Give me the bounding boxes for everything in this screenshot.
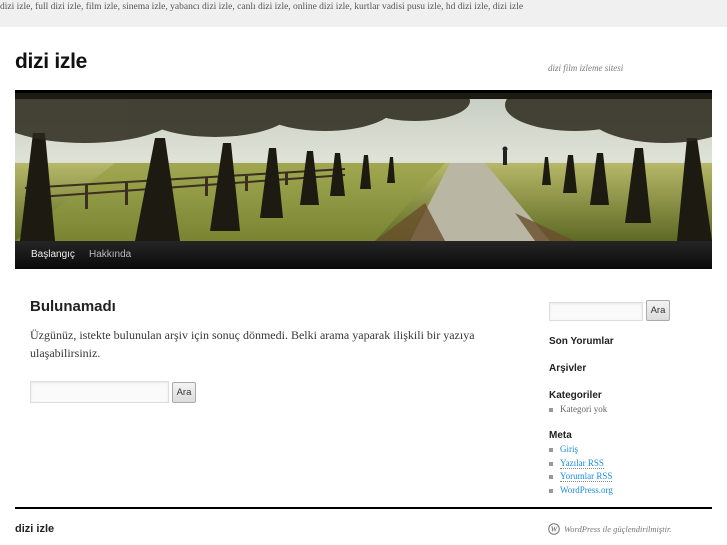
footer-credit-text: WordPress ile güçlendirilmiştir.: [564, 524, 672, 534]
tree-avenue-illustration: [15, 93, 712, 241]
content-search-input[interactable]: [30, 381, 169, 403]
content-search-button[interactable]: Ara: [172, 382, 196, 403]
meta-link-posts-rss-label: Yazılar RSS: [560, 457, 604, 469]
not-found-message: Üzgünüz, istekte bulunulan arşiv için so…: [30, 328, 475, 360]
widget-title-recent-comments: Son Yorumlar: [549, 336, 614, 347]
meta-link-wordpress-org[interactable]: WordPress.org: [549, 484, 613, 498]
nav-item-about[interactable]: Hakkında: [89, 249, 131, 260]
widget-title-meta: Meta: [549, 430, 572, 441]
widget-title-archives: Arşivler: [549, 363, 587, 374]
svg-text:W: W: [551, 525, 559, 534]
widget-title-categories: Kategoriler: [549, 390, 602, 401]
page-title: Bulunamadı: [30, 298, 116, 315]
meta-link-login[interactable]: Giriş: [549, 443, 613, 457]
sidebar-search-input[interactable]: [549, 302, 643, 321]
site-description: dizi film izleme sitesi: [548, 63, 624, 73]
nav-item-home[interactable]: Başlangıç: [31, 249, 75, 260]
sidebar-search-button[interactable]: Ara: [646, 300, 670, 321]
top-keyword-bar: dizi izle, full dizi izle, film izle, si…: [0, 0, 727, 27]
meta-link-posts-rss[interactable]: Yazılar RSS: [549, 457, 613, 471]
footer-divider: [15, 507, 712, 509]
footer-credit-link[interactable]: W WordPress ile güçlendirilmiştir.: [548, 523, 672, 535]
meta-link-comments-rss[interactable]: Yorumlar RSS: [549, 470, 613, 484]
categories-list: Kategori yok: [549, 403, 607, 417]
top-keyword-text: dizi izle, full dizi izle, film izle, si…: [0, 2, 524, 12]
meta-links-list: Giriş Yazılar RSS Yorumlar RSS WordPress…: [549, 443, 613, 497]
footer-site-title[interactable]: dizi izle: [15, 523, 54, 535]
header-banner-image: [15, 93, 712, 241]
wordpress-icon: W: [548, 523, 560, 535]
meta-link-comments-rss-label: Yorumlar RSS: [560, 471, 613, 482]
main-navigation: Başlangıç Hakkında: [15, 241, 712, 269]
list-item: Kategori yok: [549, 403, 607, 417]
site-title[interactable]: dizi izle: [15, 50, 87, 74]
